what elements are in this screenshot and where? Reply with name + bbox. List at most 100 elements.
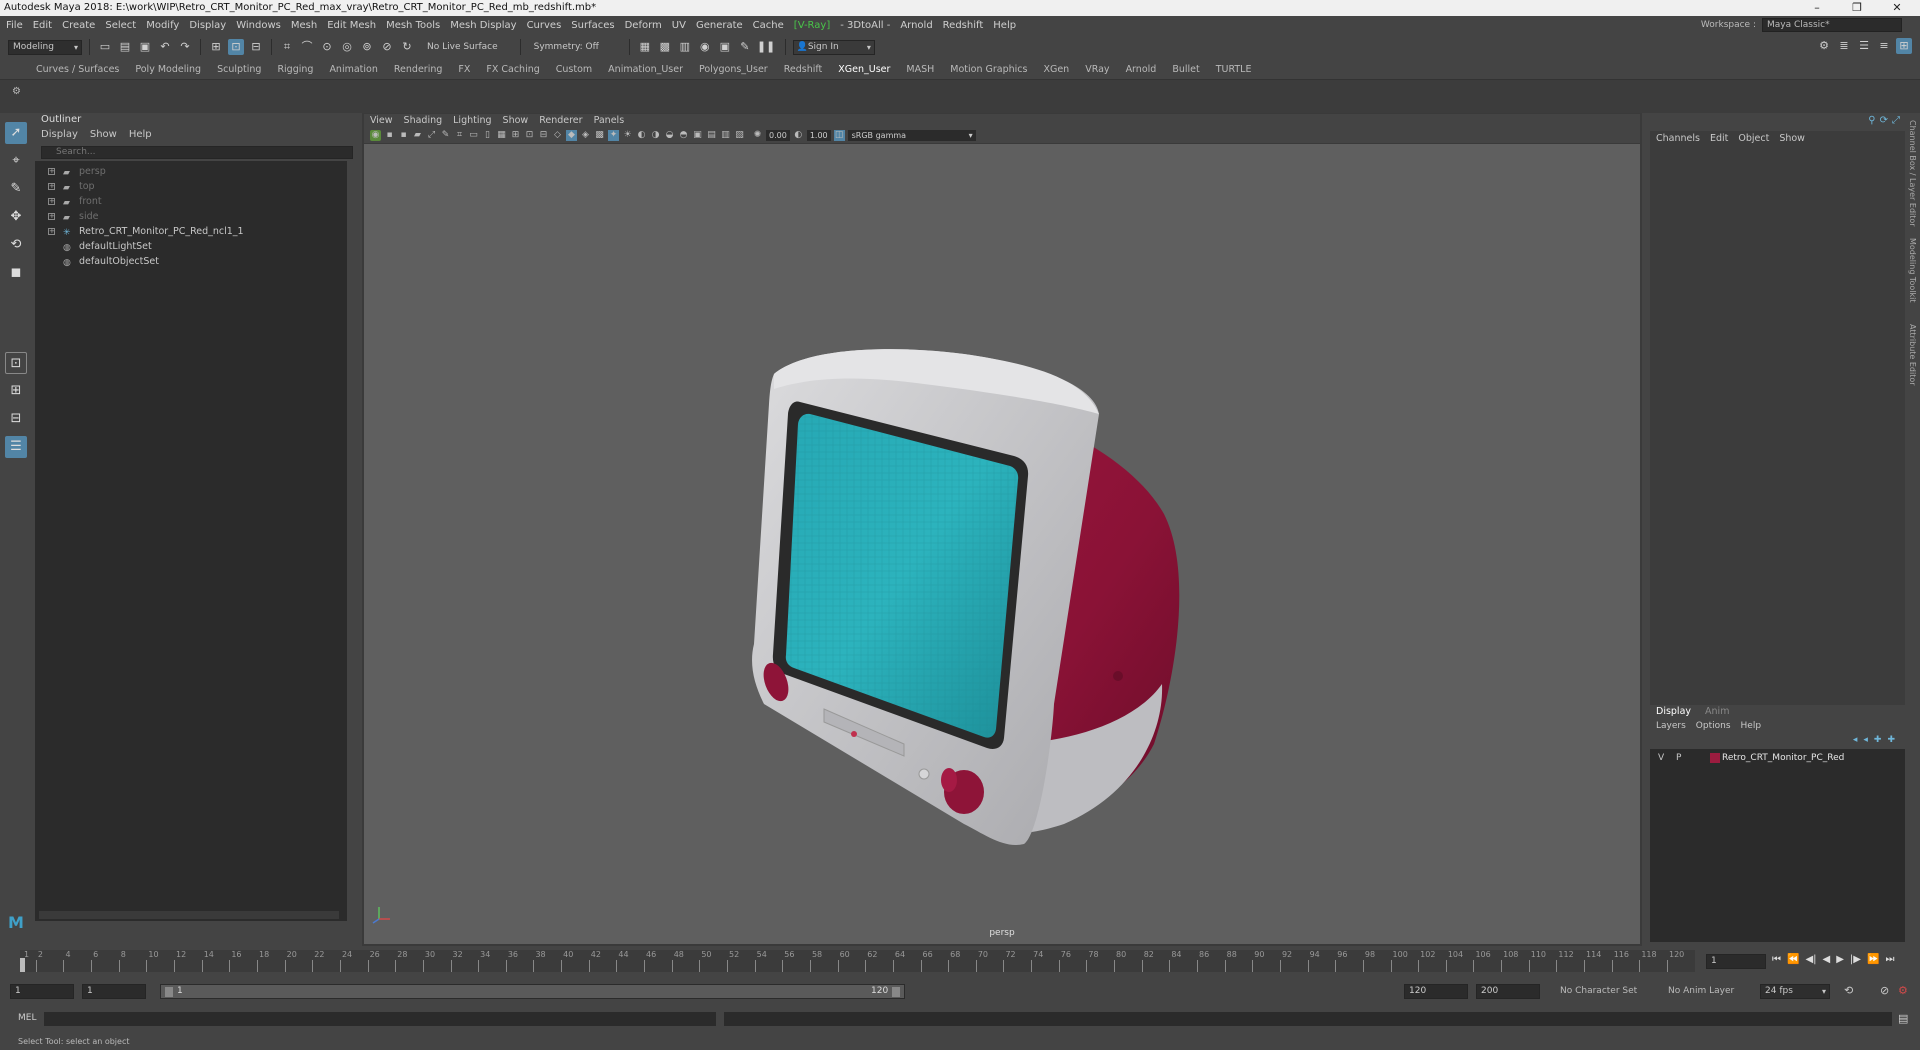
viewport-menu-renderer[interactable]: Renderer bbox=[539, 114, 582, 128]
shelf-tab[interactable]: Sculpting bbox=[211, 64, 271, 75]
camera-select-icon[interactable]: ◉ bbox=[370, 130, 381, 141]
shelf-tab[interactable]: Animation bbox=[323, 64, 387, 75]
menu-display[interactable]: Display bbox=[185, 20, 232, 31]
shelf-tab[interactable]: Rigging bbox=[271, 64, 323, 75]
depth-of-field-icon[interactable]: ◓ bbox=[678, 130, 689, 141]
single-view-icon[interactable]: ⊡ bbox=[5, 352, 27, 374]
menu-mesh[interactable]: Mesh bbox=[287, 20, 323, 31]
exposure-field[interactable]: 0.00 bbox=[766, 130, 790, 141]
xray-components-icon[interactable]: ▧ bbox=[734, 130, 745, 141]
outliner-layout-icon[interactable]: ☰ bbox=[5, 436, 27, 458]
viewport-menu-view[interactable]: View bbox=[370, 114, 393, 128]
menu-3dtoall[interactable]: - 3DtoAll - bbox=[836, 20, 896, 31]
refresh-icon[interactable]: ⟳ bbox=[1880, 115, 1888, 126]
time-slider[interactable]: 1 2 4 6 8 10 12 14 16 18 20 22 24 26 28 30 32 34 36 38 40 42 4… bbox=[0, 948, 1920, 976]
move-layer-down-icon[interactable]: ◂ bbox=[1863, 735, 1868, 745]
symmetry-dropdown[interactable]: Symmetry: Off bbox=[534, 42, 599, 52]
motion-blur-icon[interactable]: ◑ bbox=[650, 130, 661, 141]
channel-box-menu-edit[interactable]: Edit bbox=[1710, 133, 1728, 145]
layer-menu-layers[interactable]: Layers bbox=[1656, 719, 1686, 733]
viewport-menu-lighting[interactable]: Lighting bbox=[453, 114, 491, 128]
menu-edit[interactable]: Edit bbox=[29, 20, 58, 31]
select-component-icon[interactable]: ⊟ bbox=[248, 39, 264, 55]
grease-pencil-icon[interactable]: ✎ bbox=[440, 130, 451, 141]
animation-start-field[interactable]: 1 bbox=[10, 984, 74, 999]
move-tool-icon[interactable]: ✥ bbox=[5, 206, 27, 228]
grid-icon[interactable]: ⌗ bbox=[454, 130, 465, 141]
shelf-tab[interactable]: VRay bbox=[1079, 64, 1119, 75]
xray-icon[interactable]: ▤ bbox=[706, 130, 717, 141]
scale-tool-icon[interactable]: ◼ bbox=[5, 262, 27, 284]
menu-windows[interactable]: Windows bbox=[232, 20, 287, 31]
shelf-tab[interactable]: Motion Graphics bbox=[944, 64, 1037, 75]
shelf-tab[interactable]: Bullet bbox=[1166, 64, 1209, 75]
viewport-menu-shading[interactable]: Shading bbox=[404, 114, 443, 128]
wireframe-icon[interactable]: ◇ bbox=[552, 130, 563, 141]
expand-icon[interactable]: + bbox=[48, 183, 55, 190]
step-back-frame-icon[interactable]: ◀| bbox=[1805, 954, 1816, 965]
render-settings-icon[interactable]: ▥ bbox=[677, 39, 693, 55]
gate-mask-icon[interactable]: ▦ bbox=[496, 130, 507, 141]
expand-icon[interactable]: + bbox=[48, 228, 55, 235]
menu-edit-mesh[interactable]: Edit Mesh bbox=[323, 20, 382, 31]
preferences-icon[interactable]: ⚙ bbox=[1898, 984, 1908, 997]
viewport-menu-panels[interactable]: Panels bbox=[594, 114, 625, 128]
menu-modify[interactable]: Modify bbox=[142, 20, 185, 31]
color-space-dropdown[interactable]: sRGB gamma ▾ bbox=[847, 130, 976, 141]
pin-icon[interactable]: ⚲ bbox=[1868, 115, 1875, 126]
anim-layer-dropdown[interactable]: No Anim Layer bbox=[1668, 986, 1758, 996]
sign-in-dropdown[interactable]: 👤 Sign In bbox=[792, 39, 875, 55]
shelf-tab[interactable]: Custom bbox=[550, 64, 602, 75]
menu-arnold[interactable]: Arnold bbox=[896, 20, 938, 31]
mode-dropdown[interactable]: Modeling bbox=[8, 39, 82, 55]
command-input[interactable] bbox=[44, 1012, 716, 1026]
film-gate-icon[interactable]: ▭ bbox=[468, 130, 479, 141]
tab-anim[interactable]: Anim bbox=[1705, 705, 1729, 719]
shelf-tab[interactable]: Rendering bbox=[388, 64, 453, 75]
camera-attributes-icon[interactable]: ▪ bbox=[384, 130, 395, 141]
step-forward-key-icon[interactable]: ⏩ bbox=[1867, 954, 1879, 965]
smooth-shade-icon[interactable]: ◆ bbox=[566, 130, 577, 141]
two-view-icon[interactable]: ⊟ bbox=[5, 408, 27, 430]
outliner-menu-display[interactable]: Display bbox=[41, 127, 78, 143]
undo-icon[interactable]: ↶ bbox=[157, 39, 173, 55]
four-view-icon[interactable]: ⊞ bbox=[5, 380, 27, 402]
bookmark-icon[interactable]: ▪ bbox=[398, 130, 409, 141]
snap-view-icon[interactable]: ⊚ bbox=[359, 39, 375, 55]
horizontal-scrollbar[interactable] bbox=[39, 911, 339, 919]
anti-aliasing-icon[interactable]: ◒ bbox=[664, 130, 675, 141]
menu-help[interactable]: Help bbox=[989, 20, 1022, 31]
select-hierarchy-icon[interactable]: ⊞ bbox=[208, 39, 224, 55]
viewport-menu-show[interactable]: Show bbox=[503, 114, 529, 128]
select-tool-icon[interactable]: ➚ bbox=[5, 122, 27, 144]
menu-generate[interactable]: Generate bbox=[692, 20, 749, 31]
move-layer-up-icon[interactable]: ◂ bbox=[1853, 735, 1858, 745]
history-icon[interactable]: ↻ bbox=[399, 39, 415, 55]
open-scene-icon[interactable]: ▤ bbox=[117, 39, 133, 55]
fps-dropdown[interactable]: 24 fps bbox=[1760, 984, 1830, 999]
side-tab-modeling-toolkit[interactable]: Modeling Toolkit bbox=[1908, 238, 1917, 302]
two-d-pan-icon[interactable]: ⤢ bbox=[426, 130, 437, 141]
go-to-end-icon[interactable]: ⏭ bbox=[1885, 954, 1894, 965]
channel-box-menu-show[interactable]: Show bbox=[1779, 133, 1805, 145]
snap-grid-icon[interactable]: ⌗ bbox=[279, 39, 295, 55]
shelf-tab[interactable]: XGen bbox=[1037, 64, 1079, 75]
wireframe-on-shaded-icon[interactable]: ◈ bbox=[580, 130, 591, 141]
auto-key-icon[interactable]: ⊘ bbox=[1880, 984, 1889, 997]
step-back-key-icon[interactable]: ⏪ bbox=[1787, 954, 1799, 965]
color-management-icon[interactable]: ◫ bbox=[833, 130, 845, 141]
tab-display[interactable]: Display bbox=[1656, 705, 1691, 719]
resolution-gate-icon[interactable]: ▯ bbox=[482, 130, 493, 141]
script-editor-icon[interactable]: ▤ bbox=[1898, 1012, 1908, 1025]
new-layer-icon[interactable]: ✚ bbox=[1874, 735, 1882, 745]
workspace-dropdown[interactable]: Maya Classic* bbox=[1762, 18, 1902, 32]
render-view-icon[interactable]: ▣ bbox=[717, 39, 733, 55]
gamma-field[interactable]: 1.00 bbox=[806, 130, 831, 141]
shelf-tab[interactable]: Curves / Surfaces bbox=[30, 64, 129, 75]
play-forward-icon[interactable]: ▶ bbox=[1836, 954, 1844, 965]
current-frame-field[interactable]: 1 bbox=[1706, 954, 1766, 969]
go-to-start-icon[interactable]: ⏮ bbox=[1772, 954, 1781, 965]
shadows-icon[interactable]: ☀ bbox=[622, 130, 633, 141]
exposure-icon[interactable]: ✺ bbox=[752, 130, 763, 141]
outliner-menu-help[interactable]: Help bbox=[129, 127, 152, 143]
